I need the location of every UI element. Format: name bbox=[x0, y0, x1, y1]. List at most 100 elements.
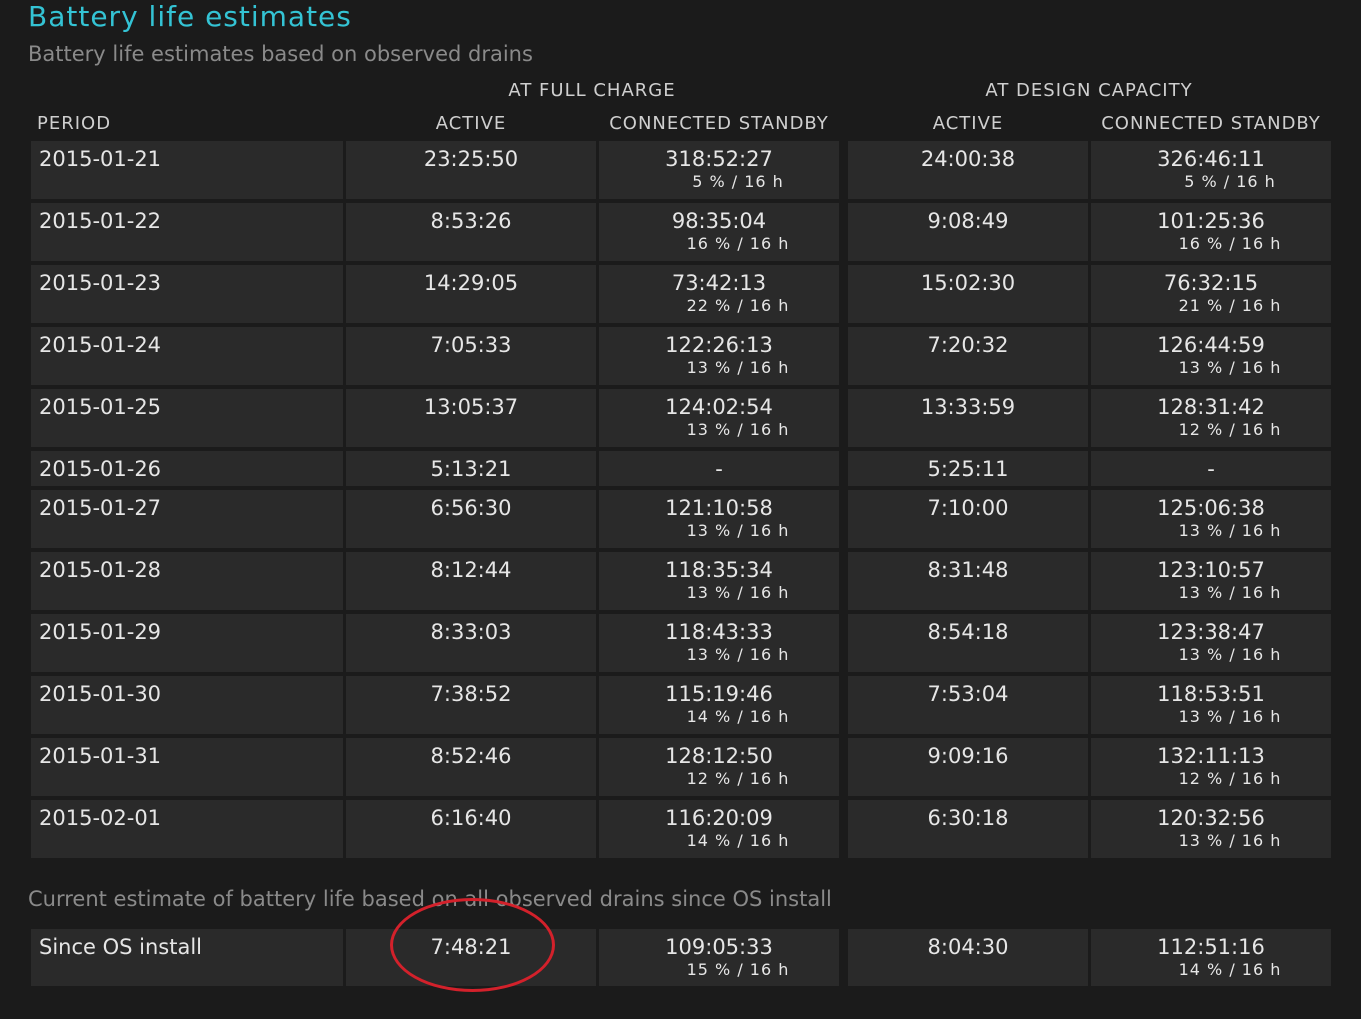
cell-subvalue: 13 % / 16 h bbox=[1178, 645, 1282, 664]
cell-period: 2015-01-22 bbox=[31, 203, 343, 261]
cell-dc-active: 9:08:49 bbox=[848, 203, 1088, 261]
cell-value: 128:31:42 bbox=[1157, 395, 1265, 419]
cell-dc-standby: 123:10:57 13 % / 16 h bbox=[1091, 552, 1331, 610]
cell-value: 125:06:38 bbox=[1157, 496, 1265, 520]
cell-dc-active: 7:53:04 bbox=[848, 676, 1088, 734]
cell-value: 8:33:03 bbox=[430, 620, 512, 644]
cell-fc-active: 7:05:33 bbox=[346, 327, 596, 385]
cell-value: 318:52:27 bbox=[665, 147, 773, 171]
cell-value: 76:32:15 bbox=[1163, 271, 1259, 295]
cell-subvalue: 13 % / 16 h bbox=[686, 420, 790, 439]
cell-value: 7:38:52 bbox=[430, 682, 512, 706]
cell-subvalue: 14 % / 16 h bbox=[686, 831, 790, 850]
cell-value: 101:25:36 bbox=[1157, 209, 1265, 233]
since-cell-fc-standby: 109:05:33 15 % / 16 h bbox=[599, 929, 839, 986]
group-header-design-capacity: AT DESIGN CAPACITY bbox=[985, 80, 1193, 101]
cell-dc-standby: 123:38:47 13 % / 16 h bbox=[1091, 614, 1331, 672]
cell-fc-active: 8:52:46 bbox=[346, 738, 596, 796]
cell-value: 7:05:33 bbox=[430, 333, 512, 357]
cell-fc-active: 6:16:40 bbox=[346, 800, 596, 858]
cell-value: - bbox=[1207, 457, 1215, 481]
cell-subvalue: 13 % / 16 h bbox=[1178, 831, 1282, 850]
cell-subvalue: 16 % / 16 h bbox=[1178, 234, 1282, 253]
cell-subvalue: 13 % / 16 h bbox=[1178, 707, 1282, 726]
cell-value: 8:04:30 bbox=[927, 935, 1009, 959]
cell-subvalue: 21 % / 16 h bbox=[1178, 296, 1282, 315]
cell-value: 122:26:13 bbox=[665, 333, 773, 357]
column-header-dc-standby: CONNECTED STANDBY bbox=[1101, 113, 1321, 134]
cell-fc-active: 13:05:37 bbox=[346, 389, 596, 447]
cell-value: 15:02:30 bbox=[920, 271, 1016, 295]
cell-dc-standby: - bbox=[1091, 451, 1331, 486]
cell-fc-standby: 318:52:27 5 % / 16 h bbox=[599, 141, 839, 199]
cell-subvalue: 22 % / 16 h bbox=[686, 296, 790, 315]
cell-value: 14:29:05 bbox=[423, 271, 519, 295]
cell-subvalue: 12 % / 16 h bbox=[686, 769, 790, 788]
cell-value: 8:53:26 bbox=[430, 209, 512, 233]
since-cell-fc-active: 7:48:21 bbox=[346, 929, 596, 986]
cell-fc-standby: 98:35:04 16 % / 16 h bbox=[599, 203, 839, 261]
cell-subvalue: 13 % / 16 h bbox=[1178, 358, 1282, 377]
cell-fc-active: 8:53:26 bbox=[346, 203, 596, 261]
cell-value: 109:05:33 bbox=[665, 935, 773, 959]
cell-value: 8:52:46 bbox=[430, 744, 512, 768]
cell-value: 13:33:59 bbox=[920, 395, 1016, 419]
cell-fc-active: 7:38:52 bbox=[346, 676, 596, 734]
cell-value: 118:43:33 bbox=[665, 620, 773, 644]
since-cell-dc-standby: 112:51:16 14 % / 16 h bbox=[1091, 929, 1331, 986]
cell-dc-standby: 76:32:15 21 % / 16 h bbox=[1091, 265, 1331, 323]
column-header-fc-active: ACTIVE bbox=[435, 113, 507, 134]
column-header-fc-standby: CONNECTED STANDBY bbox=[609, 113, 829, 134]
cell-value: 9:08:49 bbox=[927, 209, 1009, 233]
cell-dc-active: 5:25:11 bbox=[848, 451, 1088, 486]
cell-value: 6:30:18 bbox=[927, 806, 1009, 830]
cell-value: 116:20:09 bbox=[665, 806, 773, 830]
cell-value: 123:10:57 bbox=[1157, 558, 1265, 582]
cell-value: 115:19:46 bbox=[665, 682, 773, 706]
column-header-period: PERIOD bbox=[37, 113, 112, 134]
cell-value: 73:42:13 bbox=[671, 271, 767, 295]
cell-dc-standby: 326:46:11 5 % / 16 h bbox=[1091, 141, 1331, 199]
cell-value: 126:44:59 bbox=[1157, 333, 1265, 357]
page-title: Battery life estimates bbox=[28, 0, 352, 33]
cell-value: 121:10:58 bbox=[665, 496, 773, 520]
cell-subvalue: 13 % / 16 h bbox=[686, 521, 790, 540]
cell-value: 112:51:16 bbox=[1157, 935, 1265, 959]
cell-dc-active: 24:00:38 bbox=[848, 141, 1088, 199]
cell-fc-standby: - bbox=[599, 451, 839, 486]
cell-fc-standby: 116:20:09 14 % / 16 h bbox=[599, 800, 839, 858]
cell-fc-active: 6:56:30 bbox=[346, 490, 596, 548]
cell-value: 23:25:50 bbox=[423, 147, 519, 171]
cell-fc-standby: 73:42:13 22 % / 16 h bbox=[599, 265, 839, 323]
cell-fc-standby: 128:12:50 12 % / 16 h bbox=[599, 738, 839, 796]
cell-value: 6:16:40 bbox=[430, 806, 512, 830]
since-cell-period: Since OS install bbox=[31, 929, 343, 986]
cell-value: 7:20:32 bbox=[927, 333, 1009, 357]
cell-subvalue: 13 % / 16 h bbox=[686, 645, 790, 664]
cell-period: 2015-01-28 bbox=[31, 552, 343, 610]
cell-subvalue: 13 % / 16 h bbox=[1178, 583, 1282, 602]
cell-period: 2015-01-24 bbox=[31, 327, 343, 385]
cell-value: 9:09:16 bbox=[927, 744, 1009, 768]
cell-dc-active: 8:31:48 bbox=[848, 552, 1088, 610]
cell-value: 118:53:51 bbox=[1157, 682, 1265, 706]
cell-fc-standby: 121:10:58 13 % / 16 h bbox=[599, 490, 839, 548]
cell-value: 118:35:34 bbox=[665, 558, 773, 582]
cell-fc-standby: 118:35:34 13 % / 16 h bbox=[599, 552, 839, 610]
cell-fc-active: 14:29:05 bbox=[346, 265, 596, 323]
cell-value: 6:56:30 bbox=[430, 496, 512, 520]
cell-subvalue: 12 % / 16 h bbox=[1178, 420, 1282, 439]
cell-fc-standby: 124:02:54 13 % / 16 h bbox=[599, 389, 839, 447]
cell-value: 8:54:18 bbox=[927, 620, 1009, 644]
cell-value: 120:32:56 bbox=[1157, 806, 1265, 830]
cell-fc-active: 23:25:50 bbox=[346, 141, 596, 199]
cell-value: 5:25:11 bbox=[927, 457, 1009, 481]
cell-value: 128:12:50 bbox=[665, 744, 773, 768]
since-install-caption: Current estimate of battery life based o… bbox=[28, 887, 832, 911]
cell-period: 2015-01-26 bbox=[31, 451, 343, 486]
cell-fc-standby: 118:43:33 13 % / 16 h bbox=[599, 614, 839, 672]
cell-period: 2015-02-01 bbox=[31, 800, 343, 858]
cell-subvalue: 16 % / 16 h bbox=[686, 234, 790, 253]
cell-value: 326:46:11 bbox=[1157, 147, 1265, 171]
cell-dc-standby: 120:32:56 13 % / 16 h bbox=[1091, 800, 1331, 858]
